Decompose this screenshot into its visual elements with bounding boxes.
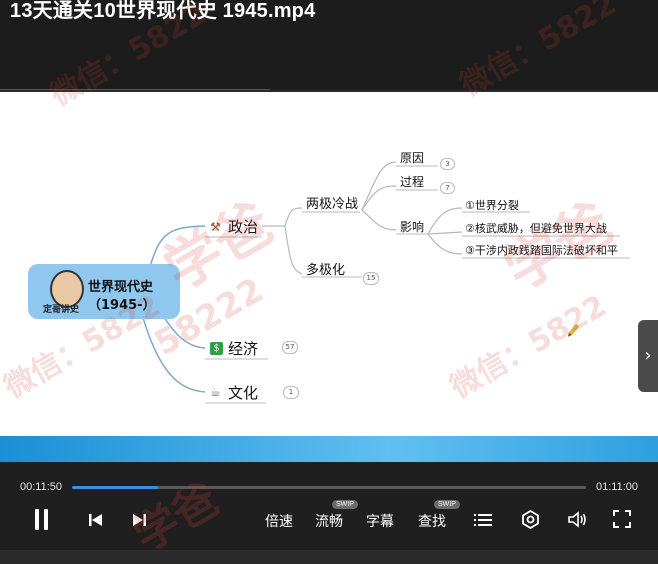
- list-icon: [474, 514, 492, 526]
- swip-badge: SWIP: [332, 500, 358, 509]
- player-controls: 00:11:50 01:11:00 倍速 流畅 SWIP 字幕 查找 SWIP: [0, 462, 658, 562]
- count-badge[interactable]: 7: [440, 182, 455, 194]
- root-title: 世界现代史: [88, 280, 154, 295]
- quality-button[interactable]: 流畅: [315, 511, 343, 531]
- fullscreen-button[interactable]: [613, 510, 631, 528]
- branch-label: 文化: [228, 384, 259, 402]
- title-bar: 13天通关10世界现代史 1945.mp4: [0, 0, 658, 90]
- count-badge[interactable]: 57: [282, 341, 298, 354]
- slide-footer-band: [0, 436, 658, 462]
- video-frame[interactable]: 定哥讲史 世界现代史 （1945-） ⚒ 政治 $ 经济 57 ☕ 文化 1 两…: [0, 92, 658, 462]
- swip-badge: SWIP: [434, 500, 460, 509]
- coffee-cup-icon: ☕: [210, 385, 221, 399]
- node-impact[interactable]: 影响: [400, 218, 424, 235]
- count-badge[interactable]: 3: [440, 158, 455, 170]
- skip-forward-icon: [133, 514, 146, 526]
- impact-item[interactable]: ①世界分裂: [465, 197, 519, 213]
- progress-fill: [72, 486, 158, 489]
- branch-label: 经济: [228, 340, 259, 358]
- progress-bar[interactable]: [72, 486, 586, 489]
- next-arrow-button[interactable]: ›: [638, 320, 658, 392]
- search-button[interactable]: 查找: [418, 511, 446, 531]
- settings-icon: [522, 509, 539, 530]
- node-multipolar[interactable]: 多极化: [306, 259, 345, 278]
- settings-button[interactable]: [521, 509, 540, 530]
- volume-icon: [568, 511, 586, 528]
- chevron-right-icon: ›: [644, 345, 652, 366]
- current-time: 00:11:50: [20, 481, 63, 493]
- root-subtitle: （1945-）: [88, 298, 156, 313]
- dollar-icon: $: [210, 342, 223, 355]
- video-title: 13天通关10世界现代史 1945.mp4: [10, 0, 316, 22]
- impact-item[interactable]: ②核武威胁，但避免世界大战: [465, 220, 607, 236]
- volume-button[interactable]: [567, 510, 587, 529]
- speed-button[interactable]: 倍速: [265, 511, 293, 531]
- node-cold-war[interactable]: 两极冷战: [306, 193, 358, 212]
- branch-label: 政治: [228, 218, 259, 236]
- previous-button[interactable]: [88, 512, 104, 528]
- total-time: 01:11:00: [596, 481, 639, 493]
- playlist-button[interactable]: [474, 512, 492, 528]
- fullscreen-icon: [613, 510, 631, 528]
- count-badge[interactable]: 1: [283, 386, 299, 399]
- avatar-caption: 定哥讲史: [43, 305, 80, 315]
- node-process[interactable]: 过程: [400, 173, 424, 190]
- impact-item[interactable]: ③干涉内政践踏国际法破坏和平: [465, 242, 618, 258]
- next-button[interactable]: [131, 512, 147, 528]
- pause-button[interactable]: [33, 509, 51, 531]
- gavel-icon: ⚒: [210, 220, 221, 234]
- divider: [0, 89, 270, 90]
- skip-back-icon: [89, 514, 102, 526]
- count-badge[interactable]: 15: [363, 272, 379, 285]
- node-cause[interactable]: 原因: [400, 149, 424, 166]
- subtitle-button[interactable]: 字幕: [366, 511, 394, 531]
